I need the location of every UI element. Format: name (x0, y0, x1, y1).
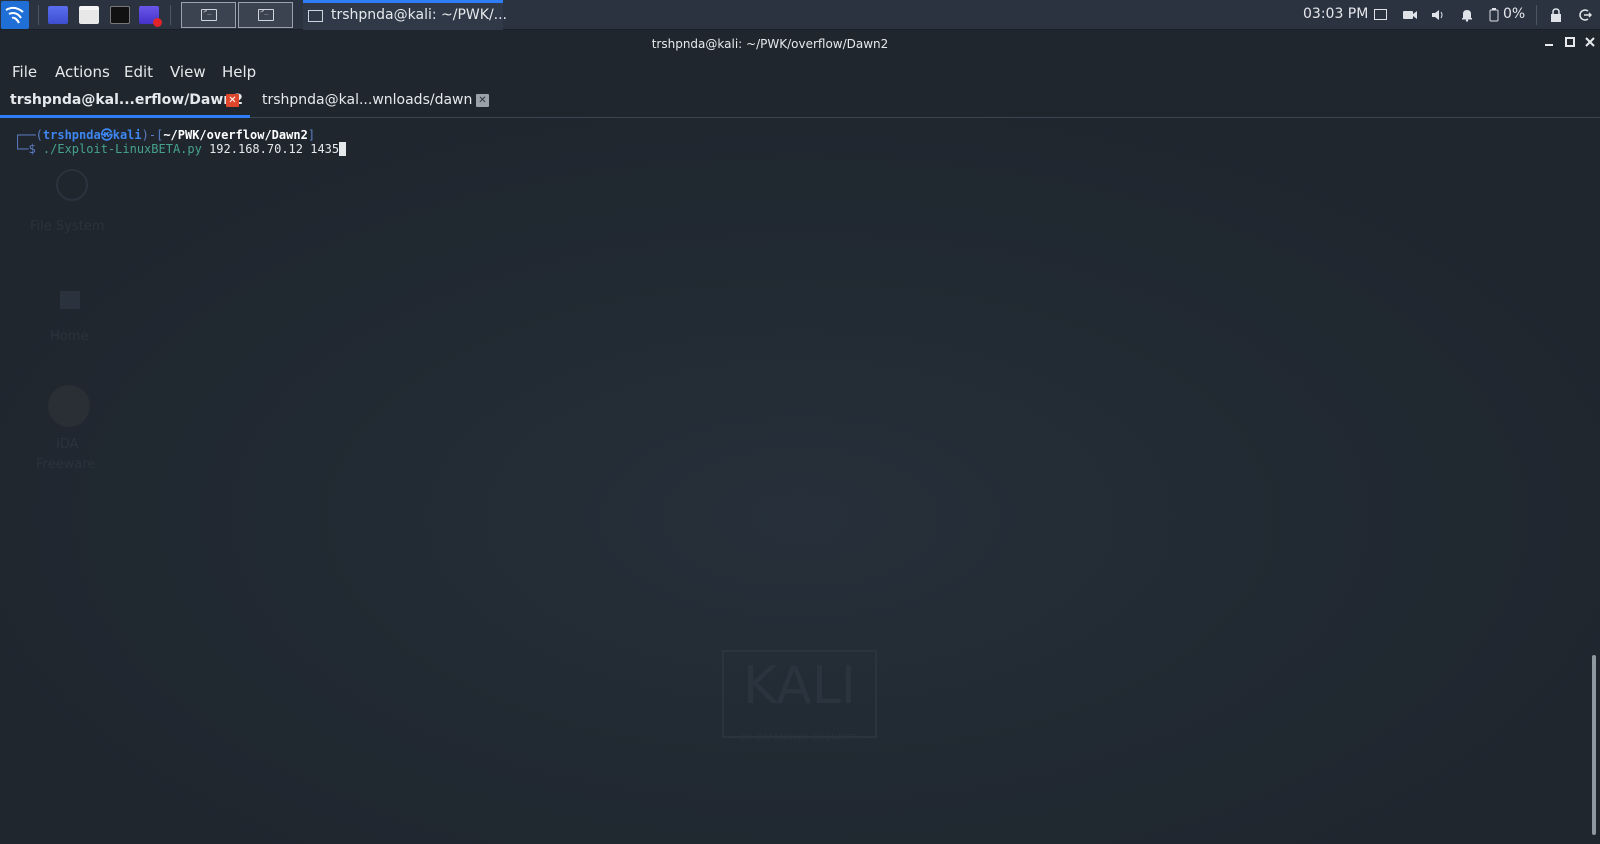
ida-ghost-icon (48, 385, 90, 427)
watermark-tagline: BY OFFENSIVE SECURITY (740, 733, 860, 742)
taskbar-window-button[interactable]: trshpnda@kali: ~/PWK/... (303, 0, 507, 30)
display-icon[interactable] (1374, 9, 1387, 20)
kali-menu-icon[interactable] (1, 1, 29, 29)
prompt-path-open: )-[ (141, 128, 164, 142)
clock[interactable]: 03:03 PM (1303, 6, 1368, 22)
lock-screen-icon[interactable] (1549, 8, 1563, 22)
prompt-path: ~/PWK/overflow/Dawn2 (163, 128, 308, 142)
logout-icon[interactable] (1578, 8, 1592, 22)
menu-actions[interactable]: Actions (55, 63, 110, 81)
workspace-1-button[interactable] (181, 2, 236, 28)
camera-icon[interactable] (1402, 8, 1417, 22)
file-manager-icon[interactable] (79, 6, 99, 24)
ghost-label-ida: IDA (56, 437, 79, 452)
terminal-area[interactable]: File System Home IDA Freeware KALI BY OF… (0, 119, 1600, 844)
tab-close-icon[interactable]: ✕ (226, 94, 239, 107)
menu-file[interactable]: File (12, 63, 37, 81)
volume-icon[interactable] (1430, 8, 1444, 22)
menu-view[interactable]: View (170, 63, 206, 81)
minimize-icon[interactable] (1542, 36, 1556, 50)
prompt-frame: ┌──( (14, 128, 43, 142)
scrollbar[interactable] (1588, 119, 1600, 844)
ghost-label-home: Home (50, 329, 89, 344)
taskbar-separator (170, 5, 171, 25)
terminal-icon (258, 7, 274, 21)
command-text: ./Exploit-LinuxBETA.py (42, 142, 202, 156)
maximize-icon[interactable] (1563, 36, 1577, 50)
terminal-icon (308, 10, 323, 22)
ghost-label-filesystem: File System (30, 219, 105, 234)
terminal-icon (201, 7, 217, 21)
ghost-label-freeware: Freeware (36, 457, 96, 472)
show-desktop-icon[interactable] (48, 6, 68, 24)
filesystem-ghost-icon (56, 169, 88, 201)
screen-recorder-icon[interactable] (139, 6, 162, 27)
tab-close-icon[interactable]: ✕ (476, 94, 489, 107)
terminal-launcher-icon[interactable] (110, 6, 130, 24)
window-titlebar[interactable]: trshpnda@kali: ~/PWK/overflow/Dawn2 (0, 31, 1600, 57)
battery-icon[interactable] (1487, 8, 1501, 22)
prompt-user: trshpnda (42, 128, 101, 142)
window-title: trshpnda@kali: ~/PWK/overflow/Dawn2 (651, 37, 889, 51)
kali-watermark-logo: KALI (722, 650, 877, 738)
taskbar-separator (38, 5, 39, 25)
home-ghost-icon (60, 291, 80, 309)
prompt-at-symbol: ㉿ (100, 128, 113, 142)
tab-bar: trshpnda@kal...erflow/Dawn2 ✕ trshpnda@k… (0, 88, 1600, 118)
taskbar: trshpnda@kali: ~/PWK/... 03:03 PM 0% (0, 0, 1600, 30)
menu-help[interactable]: Help (222, 63, 256, 81)
command-line[interactable]: └─$ ./Exploit-LinuxBETA.py 192.168.70.12… (14, 142, 347, 156)
notification-bell-icon[interactable] (1460, 8, 1474, 22)
prompt-host: kali (112, 128, 142, 142)
tab-label: trshpnda@kal...wnloads/dawn (262, 92, 473, 108)
menubar: File Actions Edit View Help (0, 60, 1600, 86)
command-args: 192.168.70.12 1435 (201, 142, 340, 156)
prompt-path-close: ] (307, 128, 316, 142)
taskbar-separator (1536, 5, 1537, 25)
prompt-symbol: └─$ (14, 142, 43, 156)
close-icon[interactable] (1583, 36, 1597, 50)
text-cursor (339, 142, 347, 156)
taskbar-window-label: trshpnda@kali: ~/PWK/... (331, 7, 508, 23)
tab-label: trshpnda@kal...erflow/Dawn2 (10, 92, 244, 108)
menu-edit[interactable]: Edit (124, 63, 153, 81)
scrollbar-thumb[interactable] (1592, 655, 1596, 835)
tab-dawn2[interactable]: trshpnda@kal...erflow/Dawn2 ✕ (0, 88, 250, 118)
workspace-2-button[interactable] (238, 2, 293, 28)
watermark-logo-text: KALI (742, 656, 857, 716)
battery-percent: 0% (1503, 6, 1526, 22)
prompt-line: ┌──(trshpnda㉿kali)-[~/PWK/overflow/Dawn2… (14, 126, 315, 143)
tab-downloads-dawn[interactable]: trshpnda@kal...wnloads/dawn ✕ (252, 88, 497, 118)
